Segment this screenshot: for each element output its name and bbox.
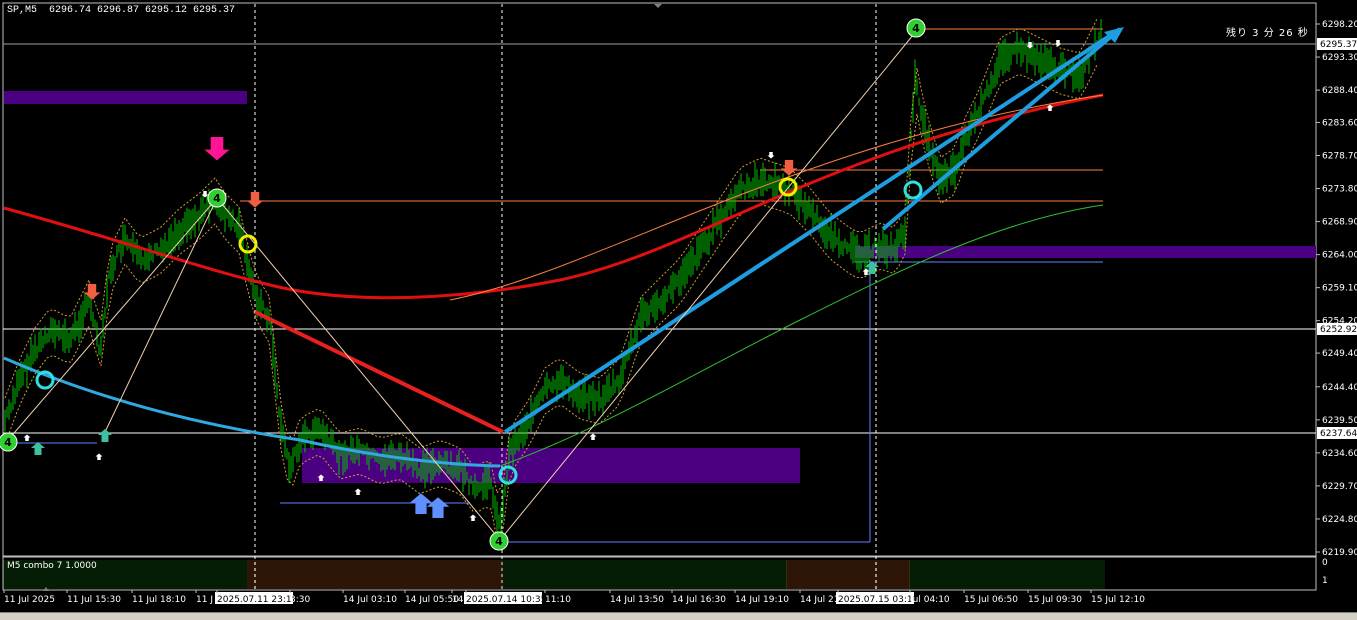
time-tick-label: 11 Jul 2025 <box>4 595 55 605</box>
price-tick-label: 6234.60 <box>1322 449 1357 459</box>
price-tick-label: 6293.30 <box>1322 53 1357 63</box>
price-tick-label: 6264.00 <box>1322 251 1357 261</box>
ohlc-values: 6296.74 6296.87 6295.12 6295.37 <box>49 5 236 16</box>
price-chart[interactable]: 4 4 4 4 6298.20 6293.30 6288.40 6283.60 6278.70… <box>0 0 1357 619</box>
supply-demand-zone <box>4 91 247 104</box>
price-tick-label: 6239.50 <box>1322 416 1357 426</box>
time-tick-label: 15 Jul 09:30 <box>1028 595 1082 605</box>
time-tick-label: 15 Jul 12:10 <box>1091 595 1145 605</box>
time-tick-label: 14 Jul 03:10 <box>343 595 397 605</box>
time-tick-label: 11 Jul 18:10 <box>132 595 186 605</box>
price-tick-label: 6224.80 <box>1322 515 1357 525</box>
price-tick-label: 6273.80 <box>1322 185 1357 195</box>
time-tick-label: 2025.07.11 23:15 <box>217 595 297 605</box>
time-tick-label: 3:30 <box>290 595 310 605</box>
price-tick-label: 6283.60 <box>1322 118 1357 128</box>
price-level-value: 6252.92 <box>1320 325 1357 335</box>
signal-circle-label: 4 <box>912 22 920 35</box>
symbol-header: SP,M5 6296.74 6296.87 6295.12 6295.37 <box>7 5 235 16</box>
symbol-timeframe: SP,M5 <box>7 5 38 16</box>
price-tick-label: 6244.40 <box>1322 383 1357 393</box>
time-tick-label: 14 <box>452 595 464 605</box>
time-tick-label: 15 Jul 06:50 <box>964 595 1018 605</box>
price-tick-label: 6259.10 <box>1322 284 1357 294</box>
price-tick-label: 6288.40 <box>1322 86 1357 96</box>
time-tick-label: 11:10 <box>545 595 571 605</box>
bar-countdown: 残り 3 分 26 秒 <box>1226 28 1309 39</box>
time-tick-label: 14 Jul 16:30 <box>672 595 726 605</box>
price-tick-label: 6249.40 <box>1322 349 1357 359</box>
time-tick-label: 2025.07.15 03:10 <box>838 595 919 605</box>
price-level-value: 6237.64 <box>1320 429 1357 439</box>
subwindow-indicator-label: M5 combo 7 1.0000 <box>7 561 97 571</box>
time-tick-label: 2025.07.14 10:35 <box>466 595 546 605</box>
time-tick-label: Jul 04:10 <box>909 595 950 605</box>
supply-demand-zone <box>855 246 1316 258</box>
price-tick-label: 6219.90 <box>1322 548 1357 558</box>
price-level-value: 6295.37 <box>1320 40 1357 50</box>
time-tick-label: 14 Jul 13:50 <box>610 595 664 605</box>
time-tick-label: 11 J <box>196 595 213 605</box>
signal-circle-label: 4 <box>495 535 503 548</box>
signal-circle-label: 4 <box>213 192 221 205</box>
time-tick-label: 11 Jul 15:30 <box>67 595 121 605</box>
price-tick-label: 6298.20 <box>1322 20 1357 30</box>
price-tick-label: 6278.70 <box>1322 151 1357 161</box>
price-tick-label: 6229.70 <box>1322 482 1357 492</box>
price-tick-label: 6268.90 <box>1322 218 1357 228</box>
signal-circle-label: 4 <box>4 436 12 449</box>
subwindow-scale-label: 1 <box>1322 576 1328 586</box>
time-tick-label: 14 Jul 19:10 <box>735 595 789 605</box>
subwindow-scale-label: 0 <box>1322 558 1328 568</box>
